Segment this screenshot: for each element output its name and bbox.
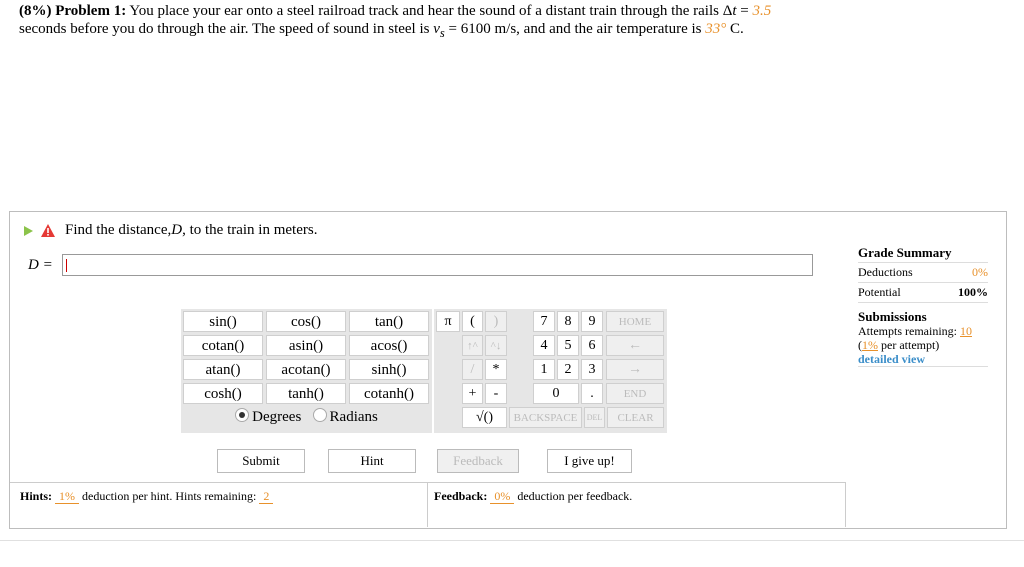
- feedback-percent: 0%: [490, 489, 515, 504]
- per-attempt-rest: per attempt): [878, 338, 940, 352]
- multiply-key[interactable]: *: [485, 359, 507, 380]
- potential-row: Potential 100%: [858, 283, 988, 303]
- hints-remaining: 2: [259, 489, 274, 504]
- attempts-value: 10: [959, 324, 972, 338]
- problem-text-2: seconds before you do through the air. T…: [19, 21, 434, 37]
- cos-button[interactable]: cos(): [266, 311, 346, 332]
- minus-key[interactable]: -: [485, 383, 507, 404]
- potential-label: Potential: [858, 285, 901, 299]
- one-key[interactable]: 1: [533, 359, 555, 380]
- clear-key[interactable]: CLEAR: [607, 407, 664, 428]
- play-icon[interactable]: [24, 225, 33, 236]
- give-up-button[interactable]: I give up!: [547, 449, 632, 473]
- left-paren-key[interactable]: (: [462, 311, 483, 332]
- cotan-button[interactable]: cotan(): [183, 335, 263, 356]
- feedback-button[interactable]: Feedback: [437, 449, 519, 473]
- angle-mode: Degrees Radians: [181, 406, 432, 430]
- submit-button[interactable]: Submit: [217, 449, 305, 473]
- problem-text-1: You place your ear onto a steel railroad…: [129, 3, 733, 19]
- asin-button[interactable]: asin(): [266, 335, 346, 356]
- number-keypad: π ( ) 7 8 9 HOME ↑^ ^↓ 4 5 6 ← / * 1 2 3…: [434, 309, 667, 433]
- answer-input[interactable]: [62, 254, 813, 276]
- pi-key[interactable]: π: [436, 311, 460, 332]
- four-key[interactable]: 4: [533, 335, 555, 356]
- grade-summary-title: Grade Summary: [858, 245, 988, 263]
- problem-text-4: C.: [726, 21, 744, 37]
- superscript-up-key[interactable]: ↑^: [462, 335, 483, 356]
- atan-button[interactable]: atan(): [183, 359, 263, 380]
- home-key[interactable]: HOME: [606, 311, 664, 332]
- nine-key[interactable]: 9: [581, 311, 603, 332]
- dt-equals: =: [736, 3, 753, 19]
- degrees-label: Degrees: [252, 409, 302, 425]
- right-arrow-key[interactable]: →: [606, 359, 664, 380]
- subscript-down-key[interactable]: ^↓: [485, 335, 507, 356]
- problem-statement: (8%) Problem 1: You place your ear onto …: [19, 2, 1009, 42]
- hints-percent: 1%: [55, 489, 80, 504]
- attempts-row: Attempts remaining: 10: [858, 324, 988, 338]
- feedback-text: deduction per feedback.: [514, 489, 633, 503]
- five-key[interactable]: 5: [557, 335, 579, 356]
- tanh-button[interactable]: tanh(): [266, 383, 346, 404]
- delete-key[interactable]: DEL: [584, 407, 605, 428]
- detailed-view-link[interactable]: detailed view: [858, 352, 988, 367]
- temperature-value: 33°: [705, 21, 727, 37]
- per-attempt-value: 1%: [862, 338, 878, 352]
- function-keypad: sin() cos() tan() cotan() asin() acos() …: [181, 309, 432, 433]
- footer-divider: [0, 540, 1024, 567]
- cosh-button[interactable]: cosh(): [183, 383, 263, 404]
- attempts-label: Attempts remaining:: [858, 324, 957, 338]
- degrees-radio[interactable]: [235, 408, 250, 422]
- question-panel: Find the distance, D, to the train in me…: [9, 211, 1007, 529]
- question-row: Find the distance, D, to the train in me…: [24, 222, 317, 239]
- right-paren-key[interactable]: ): [485, 311, 507, 332]
- cotanh-button[interactable]: cotanh(): [349, 383, 429, 404]
- potential-value: 100%: [958, 285, 988, 299]
- hints-info: Hints: 1% deduction per hint. Hints rema…: [10, 482, 428, 527]
- acotan-button[interactable]: acotan(): [266, 359, 346, 380]
- backspace-key[interactable]: BACKSPACE: [509, 407, 582, 428]
- question-text-after: , to the train in meters.: [182, 222, 318, 238]
- problem-weight: (8%): [19, 3, 52, 19]
- radians-radio[interactable]: [312, 408, 327, 422]
- hints-label: Hints:: [20, 489, 53, 503]
- acos-button[interactable]: acos(): [349, 335, 429, 356]
- two-key[interactable]: 2: [557, 359, 579, 380]
- deductions-value: 0%: [972, 265, 988, 279]
- radians-label: Radians: [329, 409, 378, 425]
- decimal-key[interactable]: .: [581, 383, 603, 404]
- text-cursor: [66, 259, 67, 272]
- problem-text-3: = 6100 m/s, and and the air temperature …: [444, 21, 706, 37]
- hints-text: deduction per hint. Hints remaining:: [79, 489, 260, 503]
- deductions-row: Deductions 0%: [858, 263, 988, 283]
- grade-summary: Grade Summary Deductions 0% Potential 100%: [858, 245, 988, 303]
- vs-variable: v: [433, 21, 440, 37]
- problem-label: Problem 1:: [55, 3, 127, 19]
- question-variable: D: [171, 222, 183, 238]
- plus-key[interactable]: +: [462, 383, 483, 404]
- seven-key[interactable]: 7: [533, 311, 555, 332]
- answer-label: D =: [28, 257, 53, 273]
- zero-key[interactable]: 0: [533, 383, 579, 404]
- hint-button[interactable]: Hint: [328, 449, 416, 473]
- end-key[interactable]: END: [606, 383, 664, 404]
- dt-value: 3.5: [752, 3, 772, 19]
- per-attempt-row: (1% per attempt): [858, 338, 988, 352]
- sinh-button[interactable]: sinh(): [349, 359, 429, 380]
- divide-key[interactable]: /: [462, 359, 483, 380]
- eight-key[interactable]: 8: [557, 311, 579, 332]
- six-key[interactable]: 6: [581, 335, 603, 356]
- warning-icon: [41, 224, 55, 237]
- three-key[interactable]: 3: [581, 359, 603, 380]
- submissions-summary: Submissions Attempts remaining: 10 (1% p…: [858, 310, 988, 367]
- feedback-label: Feedback:: [434, 489, 488, 503]
- sqrt-key[interactable]: √(): [462, 407, 507, 428]
- submissions-title: Submissions: [858, 309, 927, 324]
- tan-button[interactable]: tan(): [349, 311, 429, 332]
- deductions-label: Deductions: [858, 265, 913, 279]
- sin-button[interactable]: sin(): [183, 311, 263, 332]
- feedback-info: Feedback: 0% deduction per feedback.: [428, 482, 846, 527]
- left-arrow-key[interactable]: ←: [606, 335, 664, 356]
- question-text-before: Find the distance,: [65, 222, 172, 238]
